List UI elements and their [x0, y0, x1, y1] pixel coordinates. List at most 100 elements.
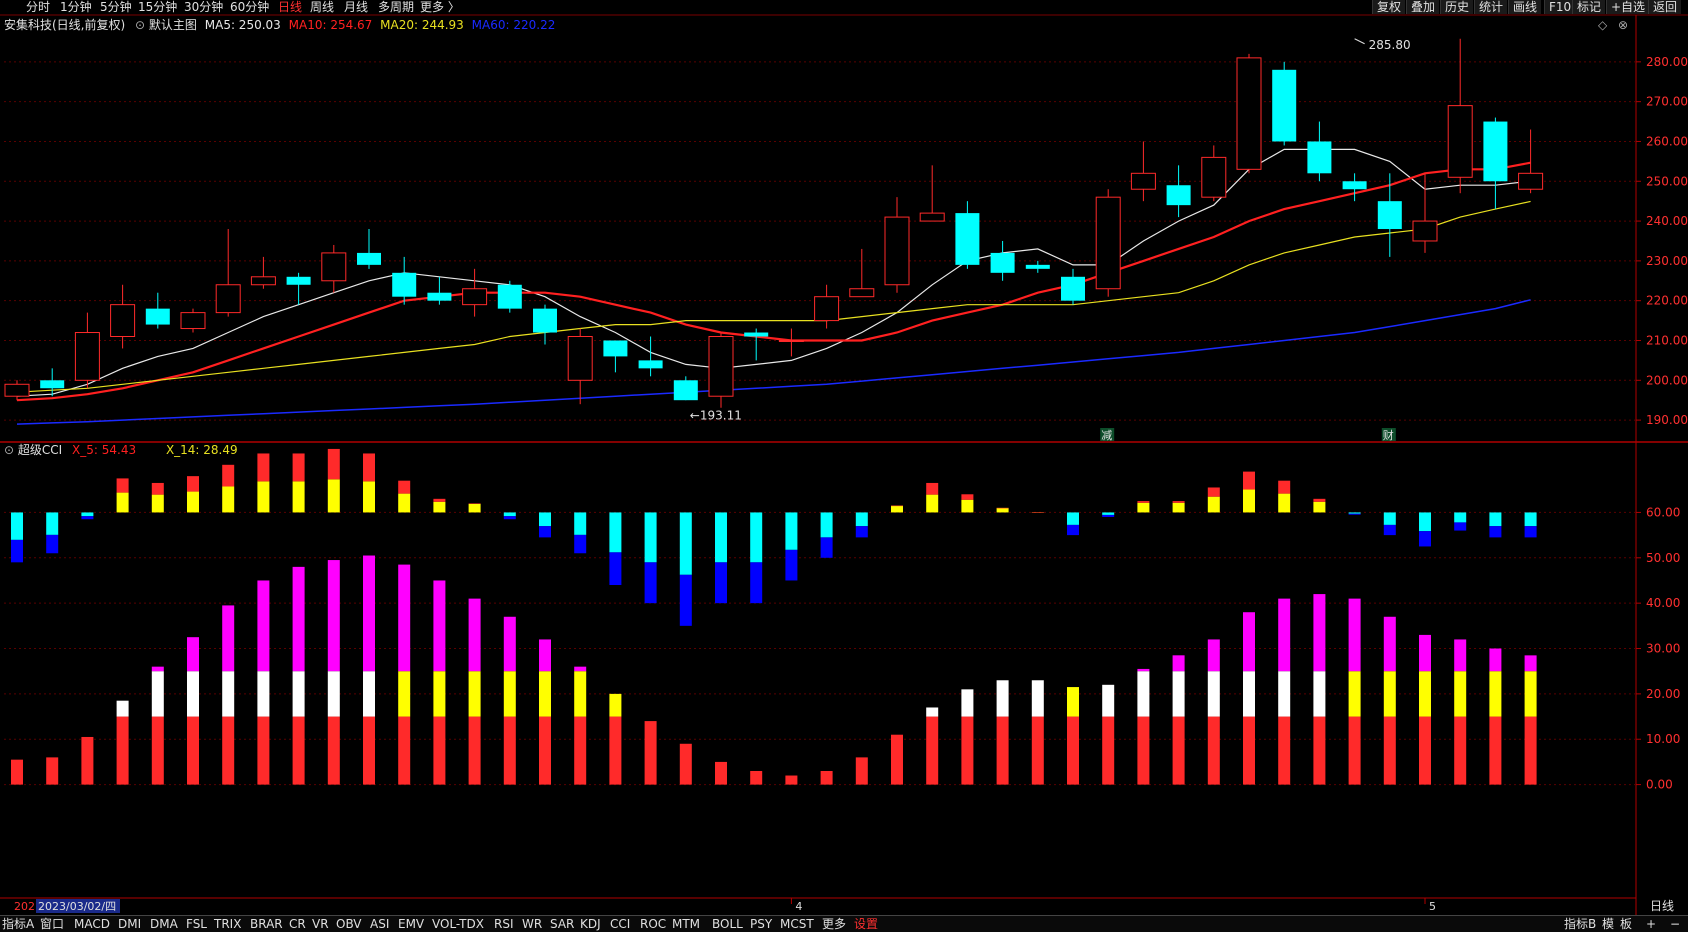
candle-up — [884, 197, 910, 293]
date-label: 5 — [1429, 900, 1436, 913]
cci-x5-bar — [1348, 513, 1361, 515]
zoom-in-button[interactable]: + — [1646, 917, 1656, 931]
cci-x14-bar — [855, 757, 868, 785]
indicator-asi[interactable]: ASI — [370, 917, 389, 931]
zoom-out-button[interactable]: − — [1670, 917, 1680, 931]
indicator-macd[interactable]: MACD — [74, 917, 110, 931]
chart-canvas[interactable]: 190.00 200.00 210.00 220.00 230.00 240.00 250.… — [0, 0, 1688, 931]
indicator-kdj[interactable]: KDJ — [580, 917, 601, 931]
candle-down — [1166, 165, 1191, 218]
cci-x14-bar — [1348, 671, 1361, 717]
cci-x5-bar — [503, 516, 516, 520]
ma-line-ma10 — [16, 161, 1531, 402]
candle-up — [708, 332, 734, 408]
indicator-dmi[interactable]: DMI — [118, 917, 141, 931]
cci-x5-bar — [820, 512, 833, 538]
indicator-emv[interactable]: EMV — [398, 917, 424, 931]
indicator-cci[interactable]: CCI — [610, 917, 630, 931]
cci-x5-bar — [574, 534, 587, 554]
cci-x14-bar — [433, 716, 446, 785]
candle-body — [4, 383, 30, 397]
window-tab[interactable]: 窗口 — [40, 917, 64, 931]
indicator-rsi[interactable]: RSI — [494, 917, 514, 931]
cci-x14-bar — [503, 716, 516, 785]
indicator-vr[interactable]: VR — [312, 917, 329, 931]
indicator-vol-tdx[interactable]: VOL-TDX — [432, 917, 484, 931]
cci-x14-bar — [1313, 671, 1326, 717]
indicator-obv[interactable]: OBV — [336, 917, 362, 931]
cci-x5-bar — [1067, 512, 1079, 525]
cci-x5-bar — [398, 480, 411, 494]
indicator-sar[interactable]: SAR — [550, 917, 574, 931]
candle-up — [180, 308, 206, 333]
indicator-tab-a[interactable]: 指标A — [2, 917, 34, 931]
cci-y-tick-label: 60.00 — [1646, 505, 1680, 519]
candle-down — [1061, 268, 1085, 305]
cci-x14-bar — [1419, 716, 1431, 785]
indicator-mtm[interactable]: MTM — [672, 917, 700, 931]
cci-x14-bar — [539, 716, 551, 785]
cci-bars — [11, 448, 1537, 785]
cci-x5-bar — [750, 562, 763, 604]
cci-x14-bar — [398, 716, 411, 785]
cci-x5-bar — [644, 562, 657, 604]
indicator-dma[interactable]: DMA — [150, 917, 178, 931]
template-tab[interactable]: 模 — [1602, 917, 1614, 931]
y-tick-label: 220.00 — [1646, 294, 1688, 308]
cci-x14-bar — [187, 671, 199, 717]
cci-x14-bar — [1172, 716, 1185, 785]
candle-body — [778, 339, 804, 342]
cci-x5-bar — [468, 503, 481, 504]
candle-body — [1377, 201, 1402, 230]
cci-x5-bar — [1102, 514, 1115, 517]
date-axis: 202 2023/03/02/四 4 5 — [14, 898, 1436, 913]
cci-x14-bar — [151, 671, 164, 717]
indicator-fsl[interactable]: FSL — [186, 917, 207, 931]
cci-x14-bar — [891, 734, 903, 785]
board-tab[interactable]: 板 — [1620, 917, 1632, 931]
candle-body — [567, 336, 593, 381]
cci-x5-bar — [257, 453, 270, 482]
candle-body — [1095, 196, 1121, 290]
candle-body — [1166, 185, 1191, 206]
candle-down — [990, 240, 1015, 281]
cci-x5-bar — [679, 574, 692, 626]
cci-x14-bar — [1102, 716, 1115, 785]
cci-x5-bar — [679, 512, 692, 575]
cci-x5-bar — [996, 507, 1009, 509]
indicator-tab-b[interactable]: 指标B — [1564, 917, 1596, 931]
cci-x14-bar — [292, 566, 305, 672]
cci-x5-bar — [539, 512, 551, 527]
cci-x14-bar — [1524, 671, 1537, 717]
candle-down — [357, 229, 381, 269]
indicator-more[interactable]: 更多 — [822, 917, 846, 931]
indicator-psy[interactable]: PSY — [750, 917, 772, 931]
cci-x5-bar — [1489, 512, 1502, 527]
main-grid — [4, 61, 1636, 421]
indicator-settings[interactable]: 设置 — [854, 917, 878, 931]
cci-x5-bar — [1137, 502, 1150, 513]
indicator-mcst[interactable]: MCST — [780, 917, 814, 931]
candle-body — [1061, 276, 1085, 301]
cci-x5-bar — [11, 512, 23, 540]
cci-x5-bar — [1489, 526, 1502, 538]
cci-x14-bar — [1243, 671, 1255, 717]
indicator-boll[interactable]: BOLL — [712, 917, 743, 931]
candle-up — [778, 328, 804, 357]
cci-x14-bar — [1383, 671, 1396, 717]
candle-body — [1342, 181, 1367, 190]
ma-line-ma20 — [16, 200, 1531, 393]
cci-x5-bar — [1278, 480, 1291, 494]
indicator-wr[interactable]: WR — [522, 917, 542, 931]
indicator-cr[interactable]: CR — [289, 917, 306, 931]
period-indicator[interactable]: 日线 — [1636, 898, 1688, 914]
indicator-roc[interactable]: ROC — [640, 917, 666, 931]
cci-y-axis: 0.00 10.00 20.00 30.00 40.00 50.00 60.00 — [1636, 505, 1680, 792]
indicator-brar[interactable]: BRAR — [250, 917, 283, 931]
low-price-label: ←193.11 — [690, 409, 742, 423]
cci-x5-bar — [1383, 512, 1396, 525]
cci-x14-bar — [1348, 716, 1361, 785]
cci-x14-bar — [468, 671, 481, 717]
cci-x5-bar — [1524, 526, 1537, 538]
indicator-trix[interactable]: TRIX — [214, 917, 241, 931]
